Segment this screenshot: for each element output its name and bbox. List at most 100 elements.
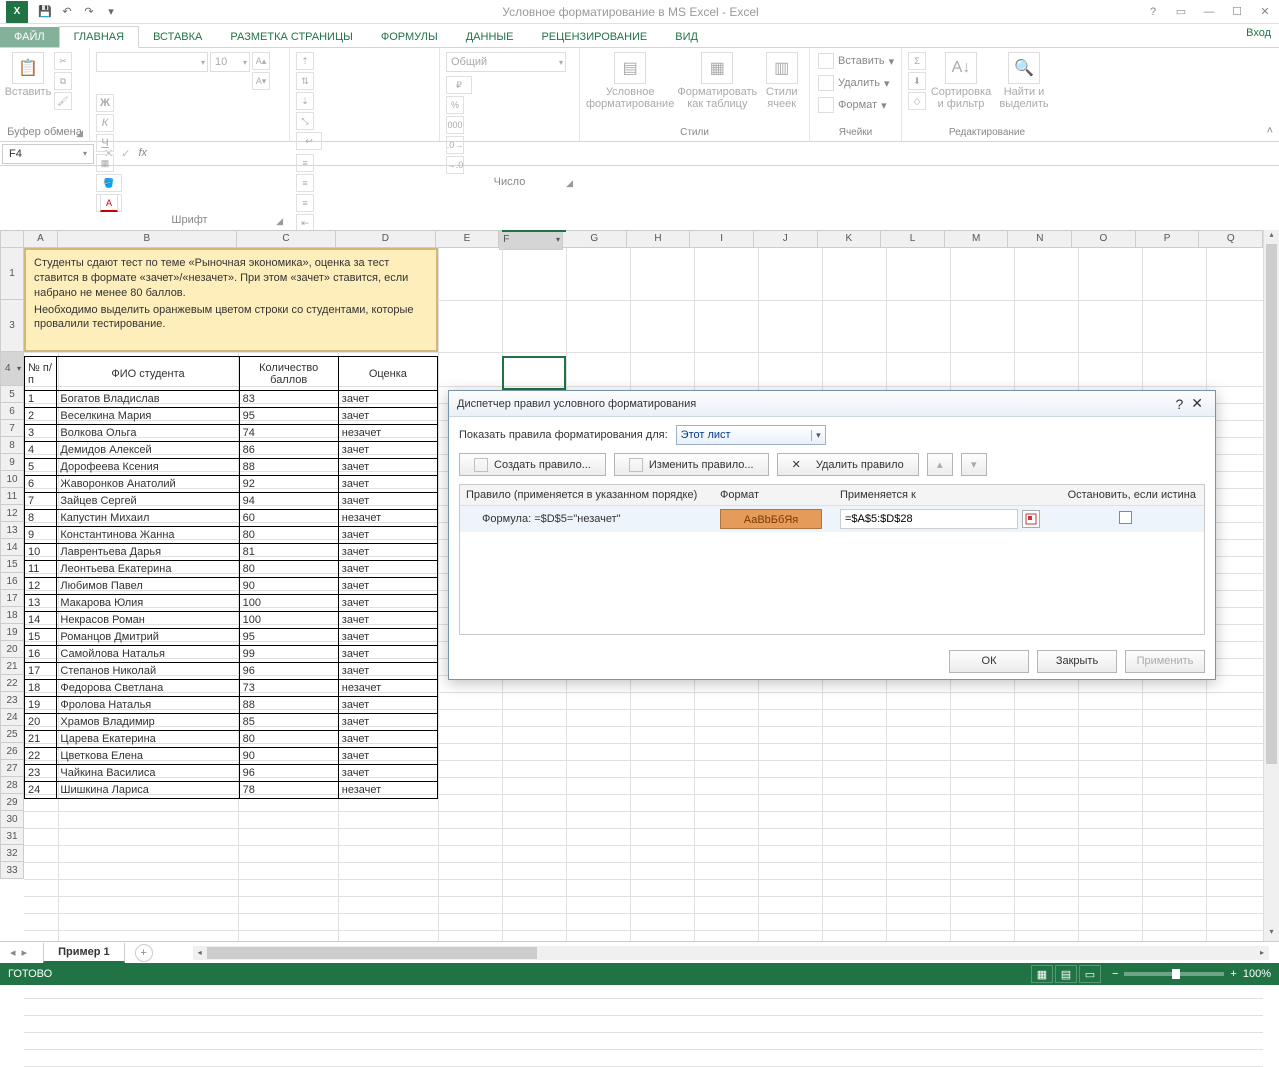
- cell-num[interactable]: 20: [25, 714, 57, 731]
- cond-format-button[interactable]: ▤Условное форматирование: [586, 52, 674, 110]
- cell-num[interactable]: 7: [25, 493, 57, 510]
- cell-num[interactable]: 8: [25, 510, 57, 527]
- cell-fio[interactable]: Константинова Жанна: [57, 527, 239, 544]
- clipboard-dialog-icon[interactable]: ◢: [76, 128, 83, 139]
- cell-fio[interactable]: Макарова Юлия: [57, 595, 239, 612]
- row-header[interactable]: 21: [0, 658, 24, 675]
- row-header[interactable]: 19: [0, 624, 24, 641]
- cell-num[interactable]: 23: [25, 765, 57, 782]
- cell-count[interactable]: 60: [239, 510, 338, 527]
- tab-insert[interactable]: ВСТАВКА: [139, 27, 216, 47]
- comma-icon[interactable]: 000: [446, 116, 464, 134]
- table-row[interactable]: 22Цветкова Елена90зачет: [25, 748, 438, 765]
- row-header[interactable]: 26: [0, 743, 24, 760]
- stop-if-true-checkbox[interactable]: [1119, 511, 1132, 524]
- show-rules-select[interactable]: Этот лист: [676, 425, 826, 445]
- table-row[interactable]: 16Самойлова Наталья99зачет: [25, 646, 438, 663]
- view-layout-icon[interactable]: ▤: [1055, 965, 1077, 983]
- cell-fio[interactable]: Капустин Михаил: [57, 510, 239, 527]
- cell-fio[interactable]: Фролова Наталья: [57, 697, 239, 714]
- apply-button[interactable]: Применить: [1125, 650, 1205, 673]
- tab-home[interactable]: ГЛАВНАЯ: [59, 26, 139, 48]
- number-format-select[interactable]: Общий: [446, 52, 566, 72]
- cell-grade[interactable]: незачет: [338, 425, 437, 442]
- cell-count[interactable]: 99: [239, 646, 338, 663]
- cell-grade[interactable]: зачет: [338, 612, 437, 629]
- delete-rule-button[interactable]: ✕ Удалить правило: [777, 453, 919, 476]
- row-header[interactable]: 31: [0, 828, 24, 845]
- cell-grade[interactable]: зачет: [338, 646, 437, 663]
- align-bot-icon[interactable]: ⇣: [296, 92, 314, 110]
- delete-cells-button[interactable]: Удалить ▾: [816, 74, 892, 92]
- row-header[interactable]: 11: [0, 488, 24, 505]
- cell-fio[interactable]: Некрасов Роман: [57, 612, 239, 629]
- cell-grade[interactable]: зачет: [338, 408, 437, 425]
- underline-icon[interactable]: Ч: [96, 134, 114, 152]
- hscroll-right-icon[interactable]: ▸: [1255, 946, 1269, 960]
- row-header[interactable]: 8: [0, 437, 24, 454]
- cell-fio[interactable]: Царева Екатерина: [57, 731, 239, 748]
- orientation-icon[interactable]: ⤡: [296, 112, 314, 130]
- format-cells-button[interactable]: Формат ▾: [816, 96, 889, 114]
- insert-cells-button[interactable]: Вставить ▾: [816, 52, 896, 70]
- cell-count[interactable]: 95: [239, 408, 338, 425]
- qa-save-icon[interactable]: 💾: [35, 2, 55, 22]
- cell-num[interactable]: 10: [25, 544, 57, 561]
- cell-count[interactable]: 80: [239, 561, 338, 578]
- minimize-icon[interactable]: —: [1195, 1, 1223, 23]
- table-row[interactable]: 4Демидов Алексей86зачет: [25, 442, 438, 459]
- cell-num[interactable]: 18: [25, 680, 57, 697]
- add-sheet-button[interactable]: +: [135, 944, 153, 962]
- cell-fio[interactable]: Чайкина Василиса: [57, 765, 239, 782]
- cell-num[interactable]: 5: [25, 459, 57, 476]
- table-row[interactable]: 5Дорофеева Ксения88зачет: [25, 459, 438, 476]
- row-header[interactable]: 27: [0, 760, 24, 777]
- tab-review[interactable]: РЕЦЕНЗИРОВАНИЕ: [527, 27, 661, 47]
- find-select-button[interactable]: 🔍Найти и выделить: [996, 52, 1052, 110]
- cell-num[interactable]: 12: [25, 578, 57, 595]
- cell-fio[interactable]: Степанов Николай: [57, 663, 239, 680]
- cell-fio[interactable]: Дорофеева Ксения: [57, 459, 239, 476]
- tab-file[interactable]: ФАЙЛ: [0, 27, 59, 47]
- column-header[interactable]: G: [563, 230, 627, 248]
- cell-count[interactable]: 83: [239, 391, 338, 408]
- cell-grade[interactable]: зачет: [338, 442, 437, 459]
- table-row[interactable]: 3Волкова Ольга74незачет: [25, 425, 438, 442]
- cell-count[interactable]: 81: [239, 544, 338, 561]
- cell-count[interactable]: 95: [239, 629, 338, 646]
- cell-grade[interactable]: зачет: [338, 578, 437, 595]
- column-header[interactable]: C: [237, 230, 336, 248]
- login-link[interactable]: Вход: [1246, 27, 1271, 39]
- tab-data[interactable]: ДАННЫЕ: [452, 27, 528, 47]
- cell-num[interactable]: 11: [25, 561, 57, 578]
- vertical-scrollbar[interactable]: ▴ ▾: [1263, 230, 1279, 941]
- column-header[interactable]: F: [499, 230, 563, 250]
- paste-button[interactable]: 📋 Вставить: [6, 52, 50, 98]
- align-top-icon[interactable]: ⇡: [296, 52, 314, 70]
- cell-fio[interactable]: Леонтьева Екатерина: [57, 561, 239, 578]
- table-row[interactable]: 19Фролова Наталья88зачет: [25, 697, 438, 714]
- cell-count[interactable]: 100: [239, 595, 338, 612]
- cell-grade[interactable]: незачет: [338, 680, 437, 697]
- hscroll-left-icon[interactable]: ◂: [193, 946, 207, 960]
- font-select[interactable]: [96, 52, 208, 72]
- cell-grade[interactable]: зачет: [338, 697, 437, 714]
- cell-grade[interactable]: зачет: [338, 544, 437, 561]
- row-header[interactable]: 23: [0, 692, 24, 709]
- sum-icon[interactable]: Σ: [908, 52, 926, 70]
- row-header[interactable]: 28: [0, 777, 24, 794]
- format-as-table-button[interactable]: ▦Форматировать как таблицу: [678, 52, 756, 110]
- view-normal-icon[interactable]: ▦: [1031, 965, 1053, 983]
- close-button[interactable]: Закрыть: [1037, 650, 1117, 673]
- range-picker-icon[interactable]: [1022, 510, 1040, 528]
- qa-undo-icon[interactable]: ↶: [57, 2, 77, 22]
- column-header[interactable]: B: [58, 230, 237, 248]
- view-break-icon[interactable]: ▭: [1079, 965, 1101, 983]
- cell-grade[interactable]: зачет: [338, 527, 437, 544]
- close-icon[interactable]: ✕: [1251, 1, 1279, 23]
- vscroll-thumb[interactable]: [1266, 244, 1277, 764]
- zoom-value[interactable]: 100%: [1243, 968, 1271, 980]
- cell-fio[interactable]: Богатов Владислав: [57, 391, 239, 408]
- row-header[interactable]: 12: [0, 505, 24, 522]
- cell-fio[interactable]: Любимов Павел: [57, 578, 239, 595]
